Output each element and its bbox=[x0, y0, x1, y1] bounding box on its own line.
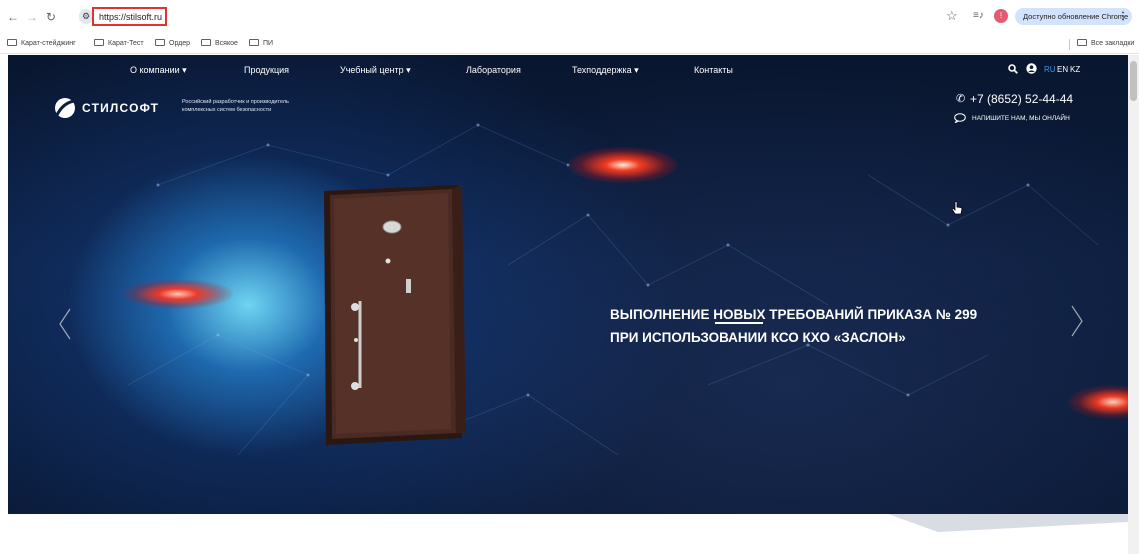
forward-icon[interactable]: → bbox=[25, 9, 39, 25]
scrollbar-thumb[interactable] bbox=[1130, 61, 1137, 101]
url-text: https://stilsoft.ru bbox=[99, 12, 163, 22]
menu-item-training-center[interactable]: Учебный центр ▾ bbox=[340, 64, 411, 76]
back-icon[interactable]: ← bbox=[6, 9, 20, 25]
hand-cursor-icon bbox=[951, 201, 963, 215]
lang-kz[interactable]: KZ bbox=[1070, 64, 1080, 76]
phone-number[interactable]: +7 (8652) 52-44-44 bbox=[970, 92, 1073, 106]
address-bar[interactable]: https://stilsoft.ru bbox=[92, 7, 167, 26]
folder-icon bbox=[249, 39, 259, 46]
menu-item-support[interactable]: Техподдержка ▾ bbox=[572, 64, 639, 76]
chrome-update-button[interactable]: Доступно обновление Chrome ⋮ bbox=[1015, 8, 1132, 25]
folder-icon bbox=[1077, 39, 1087, 46]
hero-bottom-edge bbox=[8, 514, 1128, 532]
chat-icon bbox=[954, 113, 966, 123]
bookmarks-bar: Карат-стейджинг Карат-Тест Ордер Всякое … bbox=[0, 34, 1139, 54]
folder-icon bbox=[7, 39, 17, 46]
bookmarks-divider bbox=[1069, 39, 1070, 50]
headline-highlight: НОВЫХ bbox=[713, 307, 766, 322]
bookmark-order[interactable]: Ордер bbox=[155, 38, 190, 50]
menu-item-company[interactable]: О компании ▾ bbox=[130, 64, 187, 76]
headline-underline bbox=[715, 322, 763, 324]
main-menu: О компании ▾ Продукция Учебный центр ▾ Л… bbox=[8, 55, 1128, 85]
headline-line-1: ВЫПОЛНЕНИЕ НОВЫХ ТРЕБОВАНИЙ ПРИКАЗА № 29… bbox=[610, 303, 1030, 326]
headline-line-2: ПРИ ИСПОЛЬЗОВАНИИ КСО КХО «ЗАСЛОН» bbox=[610, 330, 906, 345]
chevron-right-icon[interactable] bbox=[1070, 304, 1084, 338]
search-icon[interactable] bbox=[1008, 64, 1018, 74]
headline-text: ВЫПОЛНЕНИЕ bbox=[610, 307, 714, 322]
logo-icon[interactable] bbox=[54, 97, 76, 119]
page-scrollbar[interactable] bbox=[1128, 55, 1139, 554]
chat-link[interactable]: НАПИШИТЕ НАМ, МЫ ОНЛАЙН bbox=[972, 114, 1070, 123]
folder-icon bbox=[155, 39, 165, 46]
bookmark-karat-test[interactable]: Карат-Тест bbox=[94, 38, 144, 50]
folder-icon bbox=[201, 39, 211, 46]
tagline: Российский разработчик и производитель к… bbox=[182, 98, 332, 114]
hero-slider: О компании ▾ Продукция Учебный центр ▾ Л… bbox=[8, 55, 1128, 514]
tagline-line: Российский разработчик и производитель bbox=[182, 99, 289, 105]
bookmark-label: Всякое bbox=[215, 40, 238, 47]
browser-toolbar: ← → ↻ ⚙ https://stilsoft.ru ☆ ≡♪ ! Досту… bbox=[0, 0, 1139, 34]
red-light-glow bbox=[123, 279, 233, 309]
bookmark-misc[interactable]: Всякое bbox=[201, 38, 238, 50]
chrome-update-label: Доступно обновление Chrome bbox=[1023, 12, 1129, 21]
menu-item-contacts[interactable]: Контакты bbox=[694, 64, 733, 76]
bookmark-label: Карат-стейджинг bbox=[21, 40, 76, 47]
page-content-start bbox=[8, 514, 1128, 554]
bookmark-label: Карат-Тест bbox=[108, 40, 144, 47]
media-icon[interactable]: ≡♪ bbox=[973, 9, 984, 23]
bookmark-label: Ордер bbox=[169, 40, 191, 47]
menu-item-laboratory[interactable]: Лаборатория bbox=[466, 64, 521, 76]
bookmark-karat-staging[interactable]: Карат-стейджинг bbox=[7, 38, 76, 50]
profile-avatar[interactable]: ! bbox=[994, 9, 1008, 23]
menu-item-products[interactable]: Продукция bbox=[244, 64, 289, 76]
lang-en[interactable]: EN bbox=[1057, 64, 1068, 76]
phone-icon: ✆ bbox=[956, 93, 966, 105]
user-icon[interactable] bbox=[1026, 63, 1037, 74]
lang-ru[interactable]: RU bbox=[1044, 64, 1056, 76]
slide-headline: ВЫПОЛНЕНИЕ НОВЫХ ТРЕБОВАНИЙ ПРИКАЗА № 29… bbox=[610, 303, 1030, 349]
chevron-left-icon[interactable] bbox=[58, 307, 72, 341]
reload-icon[interactable]: ↻ bbox=[44, 9, 58, 25]
all-bookmarks-label: Все закладки bbox=[1091, 40, 1135, 47]
door-image bbox=[324, 185, 466, 445]
address-bar-area[interactable] bbox=[170, 9, 940, 25]
bookmark-pi[interactable]: ПИ bbox=[249, 38, 273, 50]
site-info-icon[interactable]: ⚙ bbox=[79, 9, 93, 24]
all-bookmarks-button[interactable]: Все закладки bbox=[1077, 38, 1134, 50]
bookmark-label: ПИ bbox=[263, 40, 274, 47]
red-light-glow bbox=[568, 147, 678, 183]
star-icon[interactable]: ☆ bbox=[946, 8, 958, 24]
headline-text: ТРЕБОВАНИЙ ПРИКАЗА № 299 bbox=[765, 307, 978, 322]
tagline-line: комплексных систем безопасности bbox=[182, 107, 272, 113]
logo-text[interactable]: СТИЛСОФТ bbox=[82, 101, 159, 115]
menu-dots-icon[interactable]: ⋮ bbox=[1118, 8, 1128, 25]
folder-icon bbox=[94, 39, 104, 46]
